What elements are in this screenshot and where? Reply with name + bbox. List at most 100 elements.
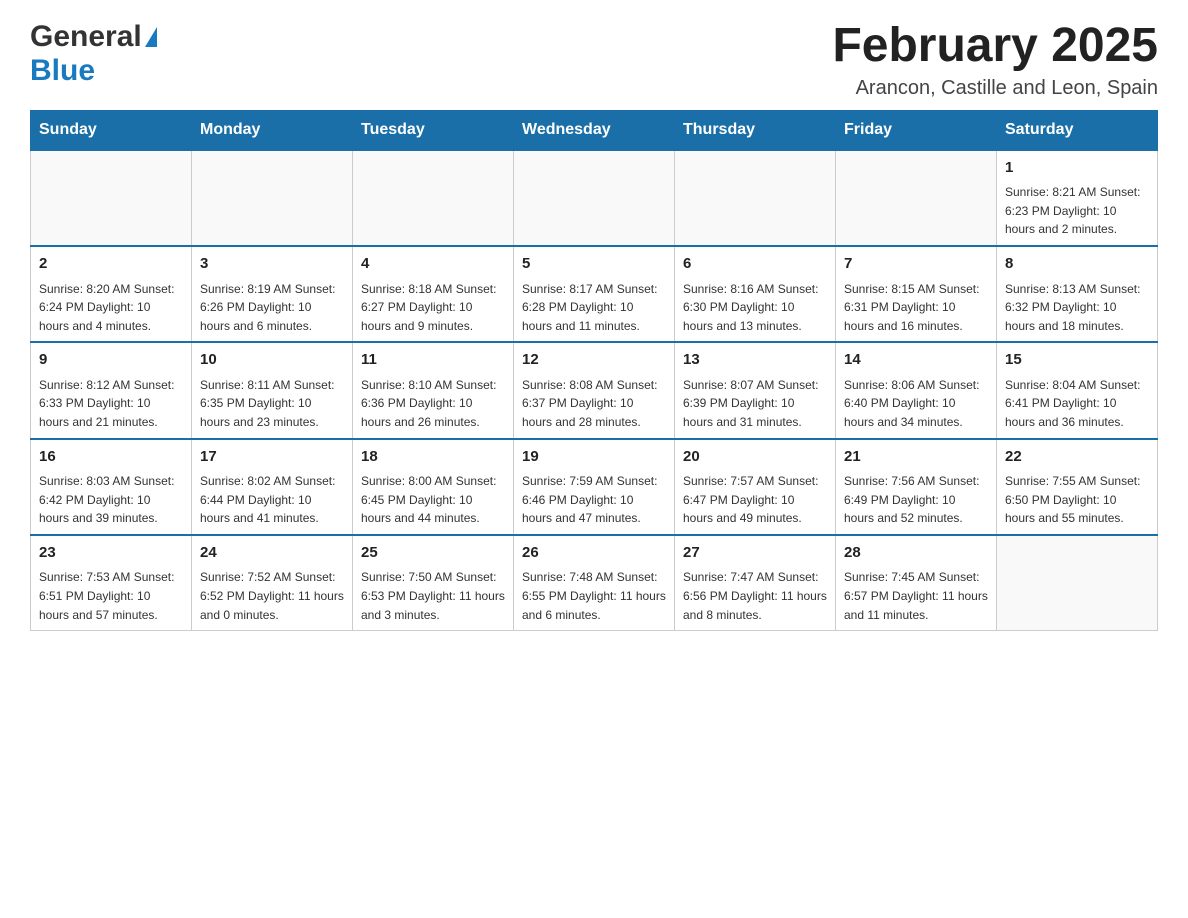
calendar-cell: 5 Sunrise: 8:17 AM Sunset: 6:28 PM Daylig… [514, 246, 675, 342]
day-number: 24 [200, 542, 344, 565]
day-number: 25 [361, 542, 505, 565]
calendar-cell: 15 Sunrise: 8:04 AM Sunset: 6:41 PM Dayli… [997, 342, 1158, 438]
col-header-thursday: Thursday [675, 110, 836, 150]
day-info: Sunrise: 7:47 AM Sunset: 6:56 PM Dayligh… [683, 568, 827, 624]
title-block: February 2025 Arancon, Castille and Leon… [832, 20, 1158, 100]
logo: General Blue [30, 20, 157, 88]
col-header-wednesday: Wednesday [514, 110, 675, 150]
calendar-cell: 23Sunrise: 7:53 AM Sunset: 6:51 PM Dayli… [31, 535, 192, 631]
calendar-cell [353, 150, 514, 246]
page-header: General Blue February 2025 Arancon, Cast… [30, 20, 1158, 100]
calendar-week-4: 23Sunrise: 7:53 AM Sunset: 6:51 PM Dayli… [31, 535, 1158, 631]
day-number: 14 [844, 349, 988, 372]
day-number: 2 [39, 253, 183, 276]
calendar-cell: 26 Sunrise: 7:48 AM Sunset: 6:55 PM Dayli… [514, 535, 675, 631]
calendar-cell: 10 Sunrise: 8:11 AM Sunset: 6:35 PM Dayli… [192, 342, 353, 438]
col-header-tuesday: Tuesday [353, 110, 514, 150]
calendar-cell [836, 150, 997, 246]
day-info: Sunrise: 8:21 AM Sunset: 6:23 PM Dayligh… [1005, 183, 1149, 239]
day-info: Sunrise: 8:17 AM Sunset: 6:28 PM Dayligh… [522, 280, 666, 336]
calendar-body: 1Sunrise: 8:21 AM Sunset: 6:23 PM Daylig… [31, 150, 1158, 631]
calendar-cell: 24 Sunrise: 7:52 AM Sunset: 6:52 PM Dayli… [192, 535, 353, 631]
day-info: Sunrise: 8:02 AM Sunset: 6:44 PM Dayligh… [200, 472, 344, 528]
calendar-cell: 9 Sunrise: 8:12 AM Sunset: 6:33 PM Daylig… [31, 342, 192, 438]
calendar-cell: 2 Sunrise: 8:20 AM Sunset: 6:24 PM Daylig… [31, 246, 192, 342]
day-info: Sunrise: 7:48 AM Sunset: 6:55 PM Dayligh… [522, 568, 666, 624]
calendar-cell [514, 150, 675, 246]
calendar-cell: 28 Sunrise: 7:45 AM Sunset: 6:57 PM Dayli… [836, 535, 997, 631]
day-info: Sunrise: 8:11 AM Sunset: 6:35 PM Dayligh… [200, 376, 344, 432]
day-number: 5 [522, 253, 666, 276]
calendar-cell: 22Sunrise: 7:55 AM Sunset: 6:50 PM Dayli… [997, 439, 1158, 535]
col-header-monday: Monday [192, 110, 353, 150]
day-info: Sunrise: 8:03 AM Sunset: 6:42 PM Dayligh… [39, 472, 183, 528]
calendar-cell: 16 Sunrise: 8:03 AM Sunset: 6:42 PM Dayli… [31, 439, 192, 535]
day-info: Sunrise: 7:45 AM Sunset: 6:57 PM Dayligh… [844, 568, 988, 624]
day-number: 26 [522, 542, 666, 565]
day-info: Sunrise: 8:19 AM Sunset: 6:26 PM Dayligh… [200, 280, 344, 336]
day-info: Sunrise: 8:15 AM Sunset: 6:31 PM Dayligh… [844, 280, 988, 336]
calendar-cell: 8Sunrise: 8:13 AM Sunset: 6:32 PM Daylig… [997, 246, 1158, 342]
day-number: 16 [39, 446, 183, 469]
day-number: 11 [361, 349, 505, 372]
calendar-cell: 4Sunrise: 8:18 AM Sunset: 6:27 PM Daylig… [353, 246, 514, 342]
day-info: Sunrise: 7:52 AM Sunset: 6:52 PM Dayligh… [200, 568, 344, 624]
header-row: SundayMondayTuesdayWednesdayThursdayFrid… [31, 110, 1158, 150]
calendar-cell: 11 Sunrise: 8:10 AM Sunset: 6:36 PM Dayli… [353, 342, 514, 438]
day-number: 17 [200, 446, 344, 469]
day-info: Sunrise: 8:06 AM Sunset: 6:40 PM Dayligh… [844, 376, 988, 432]
calendar-week-1: 2 Sunrise: 8:20 AM Sunset: 6:24 PM Daylig… [31, 246, 1158, 342]
day-number: 3 [200, 253, 344, 276]
calendar-header: SundayMondayTuesdayWednesdayThursdayFrid… [31, 110, 1158, 150]
calendar-cell: 27 Sunrise: 7:47 AM Sunset: 6:56 PM Dayli… [675, 535, 836, 631]
day-number: 12 [522, 349, 666, 372]
calendar-cell: 7 Sunrise: 8:15 AM Sunset: 6:31 PM Daylig… [836, 246, 997, 342]
day-info: Sunrise: 8:13 AM Sunset: 6:32 PM Dayligh… [1005, 280, 1149, 336]
calendar-week-3: 16 Sunrise: 8:03 AM Sunset: 6:42 PM Dayli… [31, 439, 1158, 535]
calendar-cell: 25Sunrise: 7:50 AM Sunset: 6:53 PM Dayli… [353, 535, 514, 631]
day-info: Sunrise: 8:10 AM Sunset: 6:36 PM Dayligh… [361, 376, 505, 432]
day-number: 15 [1005, 349, 1149, 372]
day-number: 21 [844, 446, 988, 469]
day-info: Sunrise: 8:07 AM Sunset: 6:39 PM Dayligh… [683, 376, 827, 432]
logo-arrow-icon [145, 27, 157, 47]
day-number: 18 [361, 446, 505, 469]
calendar-cell: 12 Sunrise: 8:08 AM Sunset: 6:37 PM Dayli… [514, 342, 675, 438]
calendar-week-0: 1Sunrise: 8:21 AM Sunset: 6:23 PM Daylig… [31, 150, 1158, 246]
logo-general-text: General [30, 20, 142, 54]
day-info: Sunrise: 7:56 AM Sunset: 6:49 PM Dayligh… [844, 472, 988, 528]
logo-blue-text: Blue [30, 54, 95, 88]
day-number: 10 [200, 349, 344, 372]
day-info: Sunrise: 8:12 AM Sunset: 6:33 PM Dayligh… [39, 376, 183, 432]
month-title: February 2025 [832, 20, 1158, 73]
day-number: 9 [39, 349, 183, 372]
calendar-cell: 14 Sunrise: 8:06 AM Sunset: 6:40 PM Dayli… [836, 342, 997, 438]
day-number: 7 [844, 253, 988, 276]
day-number: 13 [683, 349, 827, 372]
calendar-cell [31, 150, 192, 246]
col-header-friday: Friday [836, 110, 997, 150]
day-info: Sunrise: 8:04 AM Sunset: 6:41 PM Dayligh… [1005, 376, 1149, 432]
day-info: Sunrise: 7:55 AM Sunset: 6:50 PM Dayligh… [1005, 472, 1149, 528]
day-info: Sunrise: 8:00 AM Sunset: 6:45 PM Dayligh… [361, 472, 505, 528]
day-number: 23 [39, 542, 183, 565]
day-number: 19 [522, 446, 666, 469]
day-info: Sunrise: 8:20 AM Sunset: 6:24 PM Dayligh… [39, 280, 183, 336]
day-number: 28 [844, 542, 988, 565]
calendar-week-2: 9 Sunrise: 8:12 AM Sunset: 6:33 PM Daylig… [31, 342, 1158, 438]
day-number: 4 [361, 253, 505, 276]
calendar-cell [192, 150, 353, 246]
calendar-cell: 19 Sunrise: 7:59 AM Sunset: 6:46 PM Dayli… [514, 439, 675, 535]
day-number: 20 [683, 446, 827, 469]
day-info: Sunrise: 8:08 AM Sunset: 6:37 PM Dayligh… [522, 376, 666, 432]
day-info: Sunrise: 7:59 AM Sunset: 6:46 PM Dayligh… [522, 472, 666, 528]
calendar-cell: 6Sunrise: 8:16 AM Sunset: 6:30 PM Daylig… [675, 246, 836, 342]
calendar-cell: 3 Sunrise: 8:19 AM Sunset: 6:26 PM Daylig… [192, 246, 353, 342]
day-info: Sunrise: 7:57 AM Sunset: 6:47 PM Dayligh… [683, 472, 827, 528]
day-number: 27 [683, 542, 827, 565]
col-header-sunday: Sunday [31, 110, 192, 150]
calendar-cell: 1Sunrise: 8:21 AM Sunset: 6:23 PM Daylig… [997, 150, 1158, 246]
day-info: Sunrise: 8:16 AM Sunset: 6:30 PM Dayligh… [683, 280, 827, 336]
calendar-cell: 13 Sunrise: 8:07 AM Sunset: 6:39 PM Dayli… [675, 342, 836, 438]
location-text: Arancon, Castille and Leon, Spain [832, 77, 1158, 100]
